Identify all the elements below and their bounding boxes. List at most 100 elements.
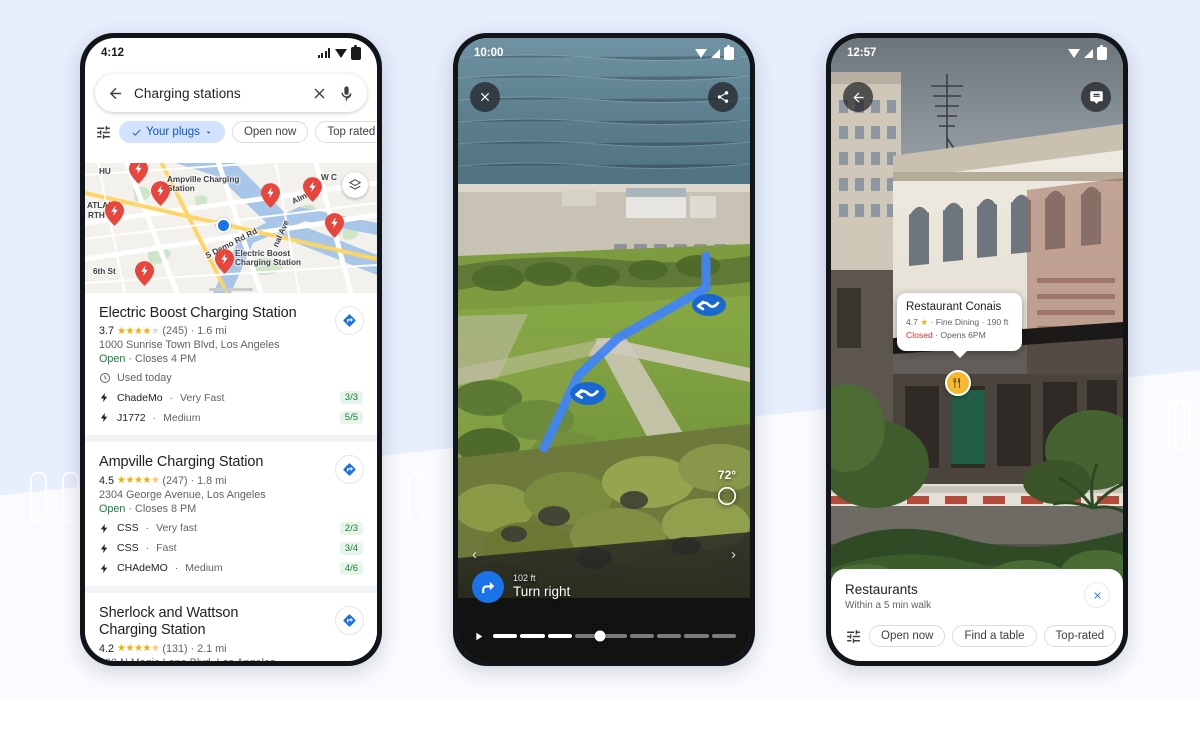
- scrubber-track[interactable]: [493, 630, 736, 642]
- filter-chip-find-a-table[interactable]: Find a table: [952, 625, 1037, 647]
- scrubber-segment: [711, 634, 736, 638]
- back-button[interactable]: [843, 82, 873, 112]
- phone1-screen: 4:12 Charging stations Your plugs Open n…: [85, 38, 377, 661]
- used-today-label: Used today: [117, 372, 172, 385]
- scrubber-segment: [602, 634, 627, 638]
- timeline-scrubber[interactable]: [458, 625, 750, 647]
- signal-icon: [318, 48, 331, 58]
- result-rating-row: 4.5 ★★★★★ (247) · 1.8 mi: [99, 475, 363, 487]
- filter-chip-open-now[interactable]: Open now: [869, 625, 946, 647]
- close-icon[interactable]: [311, 85, 328, 102]
- result-card[interactable]: Electric Boost Charging Station 3.7 ★★★★…: [85, 293, 377, 435]
- scrubber-knob[interactable]: [594, 630, 606, 642]
- map-pin[interactable]: [135, 261, 154, 286]
- dot-separator: ·: [152, 411, 157, 424]
- microphone-icon[interactable]: [338, 85, 355, 102]
- sheet-grabber[interactable]: [209, 288, 253, 291]
- weather-indicator: 72°: [716, 468, 738, 512]
- poi-callout[interactable]: Restaurant Conais 4.7 ★ · Fine Dining · …: [897, 293, 1022, 351]
- immersive-aerial-view[interactable]: 10:00 72° ‹ › 102 ft Turn right: [458, 38, 750, 661]
- prev-step-button[interactable]: ‹: [472, 546, 477, 563]
- turn-right-button[interactable]: [472, 571, 504, 603]
- map-pin[interactable]: [215, 249, 234, 274]
- decorative-ghost-shape: [62, 472, 79, 522]
- phone-mockup-live-view: 12:57 Restaurant Conais 4.7 ★ · Fine Din…: [826, 33, 1128, 666]
- sheet-title: Restaurants: [845, 582, 918, 597]
- wifi-icon: [695, 48, 707, 58]
- turn-right-icon: [481, 581, 494, 593]
- map-pin[interactable]: [105, 201, 124, 226]
- street-view-camera[interactable]: 12:57 Restaurant Conais 4.7 ★ · Fine Din…: [831, 38, 1123, 661]
- star-rating: ★★★★★: [117, 643, 160, 655]
- chevron-down-icon: [206, 131, 211, 134]
- map-layers-button[interactable]: [342, 172, 368, 198]
- map-view[interactable]: ATLAKE RTH HU 6th St W C Almeda S Demo R…: [85, 163, 377, 293]
- directions-button[interactable]: [335, 306, 364, 335]
- restaurants-bottom-sheet[interactable]: Restaurants Within a 5 min walk Open now…: [831, 569, 1123, 661]
- scrubber-segment: [493, 634, 518, 638]
- plug-row: ChadeMo · Very Fast 3/3: [99, 391, 363, 405]
- current-location-dot: [216, 218, 231, 233]
- scrubber-segment: [656, 634, 682, 638]
- result-title: Sherlock and Wattson Charging Station: [99, 604, 239, 639]
- used-today-row: Used today: [99, 372, 363, 384]
- directions-button[interactable]: [335, 605, 364, 635]
- next-step-button[interactable]: ›: [731, 546, 736, 563]
- result-rating-row: 3.7 ★★★★★ (245) · 1.6 mi: [99, 325, 363, 337]
- poi-category: Fine Dining: [935, 317, 980, 327]
- wifi-icon: [335, 48, 347, 58]
- map-pin[interactable]: [151, 181, 170, 206]
- map-pin[interactable]: [129, 163, 148, 184]
- map-pin[interactable]: [325, 213, 344, 238]
- plug-speed: Very Fast: [180, 391, 225, 404]
- result-address: 1000 Sunrise Town Blvd, Los Angeles: [99, 339, 280, 352]
- map-label: W C: [321, 173, 337, 182]
- filter-chip-label: Top-rated: [1055, 630, 1105, 642]
- filter-chip-top-rated[interactable]: Top-rated: [1043, 625, 1117, 647]
- poi-rating: 4.7: [906, 317, 918, 327]
- navigation-text: 102 ft Turn right: [513, 573, 571, 600]
- step-instruction: Turn right: [513, 583, 571, 599]
- share-button[interactable]: [708, 82, 738, 112]
- decorative-ghost-shape: [1174, 400, 1191, 450]
- filter-chip-your-plugs[interactable]: Your plugs: [119, 121, 225, 143]
- opens-time: Opens 6PM: [940, 329, 986, 340]
- tune-icon[interactable]: [95, 124, 112, 141]
- map-pin[interactable]: [303, 177, 322, 202]
- phone1-status-bar: 4:12: [85, 38, 377, 68]
- plug-speed: Very fast: [156, 522, 197, 535]
- navigation-instruction-card[interactable]: 102 ft Turn right: [458, 565, 750, 609]
- search-bar[interactable]: Charging stations: [95, 74, 367, 112]
- map-label: RTH: [88, 211, 105, 220]
- scrubber-segment: [629, 634, 654, 638]
- result-card[interactable]: Ampville Charging Station 4.5 ★★★★★ (247…: [85, 435, 377, 585]
- filter-chip-top-rated[interactable]: Top rated: [315, 121, 377, 143]
- route-arrow-badge: [570, 382, 606, 405]
- open-status: Open: [99, 502, 126, 515]
- bolt-icon: [100, 543, 108, 553]
- feedback-button[interactable]: [1081, 82, 1111, 112]
- bolt-icon: [100, 523, 108, 533]
- close-button[interactable]: [470, 82, 500, 112]
- signal-icon: [1084, 48, 1093, 58]
- result-card[interactable]: Sherlock and Wattson Charging Station 4.…: [85, 585, 377, 661]
- poi-marker[interactable]: [945, 370, 971, 396]
- result-title: Electric Boost Charging Station: [99, 305, 297, 321]
- directions-icon: [343, 463, 356, 477]
- plug-row: J1772 · Medium 5/5: [99, 411, 363, 425]
- play-icon[interactable]: [472, 630, 485, 643]
- sheet-close-button[interactable]: [1084, 582, 1110, 608]
- back-arrow-icon[interactable]: [107, 85, 124, 102]
- dot-separator: ·: [190, 325, 195, 338]
- filter-chip-label: Open now: [243, 126, 297, 138]
- filter-chip-open-now[interactable]: Open now: [231, 121, 309, 143]
- tune-icon[interactable]: [845, 628, 862, 645]
- dot-separator: ·: [128, 353, 133, 366]
- results-list[interactable]: Electric Boost Charging Station 3.7 ★★★★…: [85, 293, 377, 661]
- search-query-text[interactable]: Charging stations: [134, 86, 311, 101]
- plug-name: ChadeMo: [117, 391, 163, 404]
- map-pin[interactable]: [261, 183, 280, 208]
- bolt-icon: [100, 563, 108, 573]
- plug-row: CSS · Fast 3/4: [99, 541, 363, 555]
- share-icon: [717, 91, 729, 103]
